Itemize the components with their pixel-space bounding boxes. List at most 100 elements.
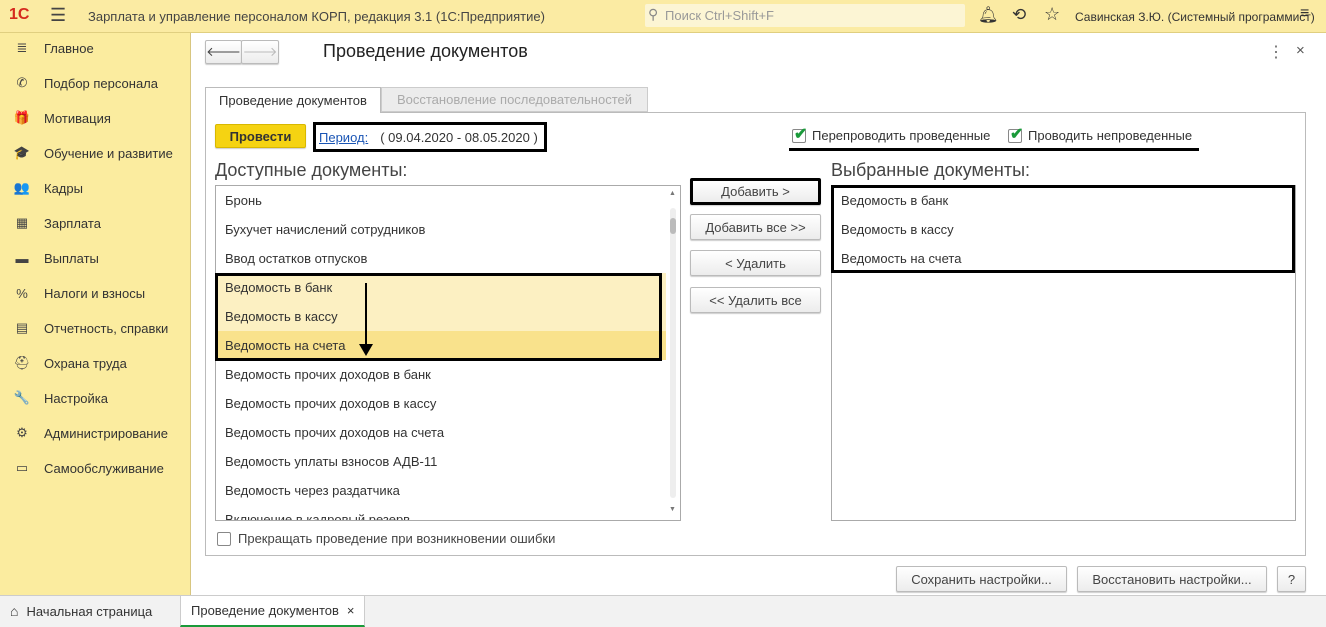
annotation-underline bbox=[789, 148, 1199, 151]
repost-label: Перепроводить проведенные bbox=[812, 128, 991, 143]
post-unposted-label: Проводить непроведенные bbox=[1028, 128, 1193, 143]
scroll-up-icon[interactable]: ▲ bbox=[669, 190, 676, 197]
sidebar-item-label: Отчетность, справки bbox=[44, 320, 169, 336]
sidebar-item[interactable]: 🔧 Настройка bbox=[0, 383, 191, 413]
stop-on-error-label: Прекращать проведение при возникновении … bbox=[238, 531, 556, 546]
post-unposted-checkbox[interactable]: ✔ Проводить непроведенные bbox=[1008, 126, 1193, 143]
tab-home[interactable]: ⌂ Начальная страница bbox=[10, 603, 152, 619]
tab-restore-sequences[interactable]: Восстановление последовательностей bbox=[381, 87, 648, 112]
annotation-arrow bbox=[365, 283, 367, 349]
checkbox[interactable]: ✔ bbox=[1008, 126, 1023, 143]
sidebar-item-label: Охрана труда bbox=[44, 355, 127, 371]
sidebar-icon: 🎁 bbox=[13, 110, 31, 125]
highlight-box bbox=[831, 185, 1295, 273]
period-value: ( 09.04.2020 - 08.05.2020 ) bbox=[380, 129, 538, 145]
available-title: Доступные документы: bbox=[215, 160, 408, 180]
arrow-left-icon: 🡐 bbox=[206, 44, 241, 59]
sidebar-item[interactable]: ⚙ Администрирование bbox=[0, 418, 191, 448]
settings-menu-icon[interactable]: ≡ bbox=[1300, 5, 1309, 23]
list-item[interactable]: Ведомость через раздатчика bbox=[216, 476, 666, 505]
sidebar-icon: ▤ bbox=[15, 320, 29, 335]
logo: 1С bbox=[9, 6, 30, 23]
sidebar-item[interactable]: ≣ Главное bbox=[0, 33, 191, 63]
sidebar-item[interactable]: 👥 Кадры bbox=[0, 173, 191, 203]
star-icon[interactable]: ☆ bbox=[1044, 4, 1060, 25]
sidebar-icon: ✆ bbox=[16, 75, 28, 90]
remove-button[interactable]: < Удалить bbox=[690, 250, 821, 276]
sidebar-item[interactable]: ▦ Зарплата bbox=[0, 208, 191, 238]
list-item[interactable]: Бронь bbox=[216, 186, 666, 215]
search-icon: ⚲ bbox=[648, 6, 659, 22]
sidebar-item[interactable]: % Налоги и взносы bbox=[0, 278, 191, 308]
sidebar-item-label: Кадры bbox=[44, 180, 83, 196]
search-placeholder: Поиск Ctrl+Shift+F bbox=[665, 8, 774, 23]
add-button[interactable]: Добавить > bbox=[690, 178, 821, 205]
sidebar-item-label: Зарплата bbox=[44, 215, 101, 231]
sidebar-item[interactable]: ▬ Выплаты bbox=[0, 243, 191, 273]
save-settings-button[interactable]: Сохранить настройки... bbox=[896, 566, 1067, 592]
checkbox[interactable] bbox=[217, 531, 231, 546]
help-button[interactable]: ? bbox=[1277, 566, 1306, 592]
home-icon: ⌂ bbox=[10, 603, 19, 619]
forward-button[interactable]: 🡒 bbox=[241, 40, 279, 64]
list-item[interactable]: Ведомость прочих доходов в кассу bbox=[216, 389, 666, 418]
more-icon[interactable]: ⋮ bbox=[1268, 42, 1284, 62]
sidebar-icon: 🔧 bbox=[13, 390, 31, 405]
sidebar-item[interactable]: 🎓 Обучение и развитие bbox=[0, 138, 191, 168]
page-title: Проведение документов bbox=[323, 41, 528, 61]
bottom-tab-bar: ⌂ Начальная страница Проведение документо… bbox=[0, 595, 1326, 627]
list-item[interactable]: Ведомость прочих доходов на счета bbox=[216, 418, 666, 447]
sidebar-icon: ⚙ bbox=[16, 425, 28, 440]
sidebar: ≣ Главное ✆ Подбор персонала 🎁 Мотивация 🎓 Обуч… bbox=[0, 33, 191, 595]
list-item[interactable]: Бухучет начислений сотрудников bbox=[216, 215, 666, 244]
remove-all-button[interactable]: << Удалить все bbox=[690, 287, 821, 313]
sidebar-item-label: Настройка bbox=[44, 390, 108, 406]
sidebar-item[interactable]: ▭ Самообслуживание bbox=[0, 453, 191, 483]
tab-posting-documents[interactable]: Проведение документов × bbox=[180, 596, 365, 627]
back-button[interactable]: 🡐 bbox=[205, 40, 242, 64]
sidebar-item-label: Главное bbox=[44, 40, 94, 56]
checkbox[interactable]: ✔ bbox=[792, 126, 807, 143]
sidebar-icon: ▦ bbox=[15, 215, 29, 230]
list-item[interactable]: Включение в кадровый резерв bbox=[216, 505, 666, 520]
sidebar-icon: 🎓 bbox=[13, 145, 31, 160]
sidebar-item[interactable]: ⛑ Охрана труда bbox=[0, 348, 191, 378]
top-bar: 1С ☰ Зарплата и управление персоналом КО… bbox=[0, 0, 1326, 33]
sidebar-item-label: Налоги и взносы bbox=[44, 285, 146, 301]
search-input[interactable]: ⚲ Поиск Ctrl+Shift+F bbox=[645, 4, 965, 27]
stop-on-error-checkbox[interactable]: Прекращать проведение при возникновении … bbox=[217, 531, 555, 546]
scroll-down-icon[interactable]: ▼ bbox=[669, 506, 676, 513]
sidebar-icon: ≣ bbox=[16, 40, 28, 55]
close-icon[interactable]: × bbox=[1296, 42, 1305, 59]
checkmark-icon: ✔ bbox=[1010, 125, 1024, 143]
list-item[interactable]: Ввод остатков отпусков bbox=[216, 244, 666, 273]
sidebar-icon: % bbox=[16, 285, 28, 301]
sidebar-item-label: Выплаты bbox=[44, 250, 99, 266]
sidebar-item[interactable]: 🎁 Мотивация bbox=[0, 103, 191, 133]
repost-checkbox[interactable]: ✔ Перепроводить проведенные bbox=[792, 126, 991, 143]
sidebar-item-label: Обучение и развитие bbox=[44, 145, 173, 161]
arrow-right-icon: 🡒 bbox=[242, 44, 278, 59]
sidebar-item-label: Мотивация bbox=[44, 110, 111, 126]
sidebar-item-label: Администрирование bbox=[44, 425, 168, 441]
sidebar-item[interactable]: ✆ Подбор персонала bbox=[0, 68, 191, 98]
restore-settings-button[interactable]: Восстановить настройки... bbox=[1077, 566, 1267, 592]
history-icon[interactable]: ⟲ bbox=[1012, 5, 1026, 25]
list-item[interactable]: Ведомость прочих доходов в банк bbox=[216, 360, 666, 389]
tab-posting[interactable]: Проведение документов bbox=[205, 87, 381, 113]
arrow-head-icon bbox=[359, 344, 373, 356]
post-button[interactable]: Провести bbox=[215, 124, 306, 148]
menu-icon[interactable]: ☰ bbox=[50, 5, 66, 26]
period-link[interactable]: Период: bbox=[319, 130, 368, 145]
close-tab-icon[interactable]: × bbox=[347, 603, 355, 618]
scrollbar[interactable]: ▲ ▼ bbox=[666, 186, 680, 520]
bell-icon[interactable]: 🔔︎ bbox=[978, 5, 998, 25]
sidebar-icon: ▭ bbox=[15, 460, 29, 475]
list-item[interactable]: Ведомость уплаты взносов АДВ-11 bbox=[216, 447, 666, 476]
sidebar-icon: 👥 bbox=[13, 180, 31, 195]
tab-home-label: Начальная страница bbox=[26, 603, 153, 619]
user-name[interactable]: Савинская З.Ю. (Системный программист) bbox=[1075, 10, 1315, 24]
add-all-button[interactable]: Добавить все >> bbox=[690, 214, 821, 240]
sidebar-item[interactable]: ▤ Отчетность, справки bbox=[0, 313, 191, 343]
scroll-thumb[interactable] bbox=[670, 218, 676, 234]
